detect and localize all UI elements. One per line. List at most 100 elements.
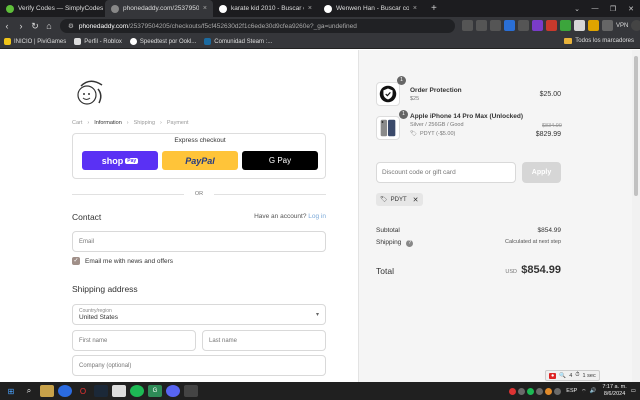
- language-indicator[interactable]: ESP: [566, 388, 577, 394]
- tab-search-icon[interactable]: ⌄: [568, 5, 586, 13]
- bookmark-label: INICIO | PiviGames: [14, 38, 67, 45]
- bookmark-roblox[interactable]: Perfil - Roblox: [74, 38, 122, 45]
- scrollbar-thumb[interactable]: [634, 56, 638, 196]
- shop-pay-button[interactable]: shop Pay: [82, 151, 158, 170]
- search-icon[interactable]: ⌕: [22, 385, 36, 397]
- spotify-icon[interactable]: [130, 385, 144, 397]
- notifications-icon[interactable]: ▭: [631, 388, 636, 394]
- close-tab-icon[interactable]: ×: [304, 5, 312, 12]
- tab-title: Wenwen Han - Buscar con Google: [336, 5, 409, 12]
- extension-icon[interactable]: [504, 20, 515, 31]
- extension-icon[interactable]: [546, 20, 557, 31]
- google-pay-button[interactable]: G Pay: [242, 151, 318, 170]
- currency-code: USD: [505, 269, 517, 275]
- phonedaddy-logo[interactable]: [72, 75, 106, 109]
- bookmark-pivigames[interactable]: INICIO | PiviGames: [4, 38, 66, 45]
- vpn-button[interactable]: VPN: [616, 23, 628, 29]
- site-info-icon[interactable]: ⚙: [68, 22, 74, 30]
- all-bookmarks[interactable]: Todos los marcadores: [564, 38, 634, 44]
- apply-button[interactable]: Apply: [522, 162, 561, 183]
- windows-start-icon[interactable]: ⊞: [4, 385, 18, 397]
- address-bar[interactable]: ⚙ phonedaddy.com /25379504205/checkouts/…: [60, 19, 455, 33]
- item-variant: $25: [410, 96, 420, 102]
- window-controls: ⌄ — ❐ ✕: [568, 0, 640, 17]
- tab-simplycodes[interactable]: Verify Codes — SimplyCodes: [0, 0, 105, 17]
- email-field[interactable]: Email: [72, 231, 326, 252]
- paypal-button[interactable]: PayPal: [162, 151, 238, 170]
- tab-title: phonedaddy.com/25379504205: [123, 5, 199, 12]
- last-name-field[interactable]: Last name: [202, 330, 326, 351]
- close-tab-icon[interactable]: ×: [409, 5, 417, 12]
- wifi-icon[interactable]: ⌔: [581, 388, 586, 395]
- extension-icon[interactable]: [518, 20, 529, 31]
- back-icon[interactable]: ‹: [0, 21, 14, 31]
- app-icon[interactable]: G: [148, 385, 162, 397]
- checkmark-icon[interactable]: ✓: [72, 257, 80, 265]
- tray-app-icon[interactable]: [545, 387, 553, 395]
- have-account-text: Have an account?: [254, 213, 307, 220]
- pivigames-icon: [4, 38, 11, 45]
- phone-image-icon: [380, 119, 396, 137]
- discount-code-input[interactable]: Discount code or gift card: [376, 162, 516, 183]
- paypal-label: PayPal: [185, 155, 215, 166]
- home-icon[interactable]: ⌂: [42, 21, 56, 31]
- shipping-heading: Shipping address: [72, 284, 138, 294]
- first-name-field[interactable]: First name: [72, 330, 196, 351]
- item-price: $829.99: [535, 131, 561, 138]
- extension-icon[interactable]: [588, 20, 599, 31]
- chevron-down-icon: ▾: [315, 312, 319, 318]
- tray-app-icon[interactable]: [554, 387, 562, 395]
- zoom-icon[interactable]: [476, 20, 487, 31]
- tab-phonedaddy[interactable]: phonedaddy.com/25379504205 ×: [105, 0, 213, 17]
- company-field[interactable]: Company (optional): [72, 355, 326, 376]
- bookmark-steam[interactable]: Comunidad Steam :...: [204, 38, 272, 45]
- clock[interactable]: 7:17 a. m. 8/6/2024: [602, 384, 626, 398]
- login-link[interactable]: Log in: [308, 213, 326, 220]
- close-tab-icon[interactable]: ×: [199, 5, 207, 12]
- tab-karate-kid[interactable]: karate kid 2010 - Buscar con Google ×: [213, 0, 318, 17]
- remove-discount-icon[interactable]: ✕: [413, 196, 419, 204]
- iphone-thumbnail: [376, 116, 400, 140]
- subtotal-row: Subtotal $854.99: [376, 227, 561, 234]
- volume-icon[interactable]: 🔊: [589, 388, 596, 394]
- google-pay-label: G Pay: [268, 156, 292, 165]
- page-scrollbar[interactable]: [632, 50, 640, 382]
- opera-icon[interactable]: O: [76, 385, 90, 397]
- close-window-icon[interactable]: ✕: [622, 5, 640, 13]
- notification-popup[interactable]: ● 🔍 4 ⏱ 1 sec: [545, 370, 600, 381]
- reload-icon[interactable]: ↻: [28, 21, 42, 32]
- tray-app-icon[interactable]: [518, 387, 526, 395]
- tray-app-icon[interactable]: [536, 387, 544, 395]
- extension-icon[interactable]: [574, 20, 585, 31]
- express-checkout-title: Express checkout: [174, 137, 226, 144]
- spotify-tray-icon[interactable]: [527, 387, 535, 395]
- extension-icon[interactable]: [532, 20, 543, 31]
- tray-app-icon[interactable]: [509, 387, 517, 395]
- breadcrumb-payment: Payment: [166, 120, 189, 126]
- breadcrumb-cart[interactable]: Cart: [72, 120, 82, 126]
- chrome-icon[interactable]: [58, 385, 72, 397]
- maximize-icon[interactable]: ❐: [604, 5, 622, 13]
- tag-icon: 🏷: [410, 131, 417, 137]
- app-icon[interactable]: [184, 385, 198, 397]
- extensions-puzzle-icon[interactable]: [602, 20, 613, 31]
- profile-avatar[interactable]: [631, 20, 640, 31]
- new-tab-button[interactable]: +: [423, 3, 445, 14]
- tab-wenwen-han[interactable]: Wenwen Han - Buscar con Google ×: [318, 0, 423, 17]
- file-explorer-icon[interactable]: [40, 385, 54, 397]
- forward-icon[interactable]: ›: [14, 21, 28, 31]
- notepad-icon[interactable]: [112, 385, 126, 397]
- tab-title: karate kid 2010 - Buscar con Google: [231, 5, 304, 12]
- help-icon[interactable]: ?: [406, 240, 414, 247]
- extension-icon[interactable]: [560, 20, 571, 31]
- bookmark-speedtest[interactable]: Speedtest por Ookl...: [129, 38, 196, 45]
- bookmark-star-icon[interactable]: [490, 20, 501, 31]
- translate-icon[interactable]: [462, 20, 473, 31]
- google-icon: [219, 4, 227, 13]
- discord-icon[interactable]: [166, 385, 180, 397]
- steam-icon[interactable]: [94, 385, 108, 397]
- country-select[interactable]: Country/region United States ▾: [72, 304, 326, 325]
- email-news-checkbox[interactable]: ✓ Email me with news and offers: [72, 257, 173, 265]
- minimize-icon[interactable]: —: [586, 5, 604, 12]
- quantity-badge: 1: [399, 110, 408, 119]
